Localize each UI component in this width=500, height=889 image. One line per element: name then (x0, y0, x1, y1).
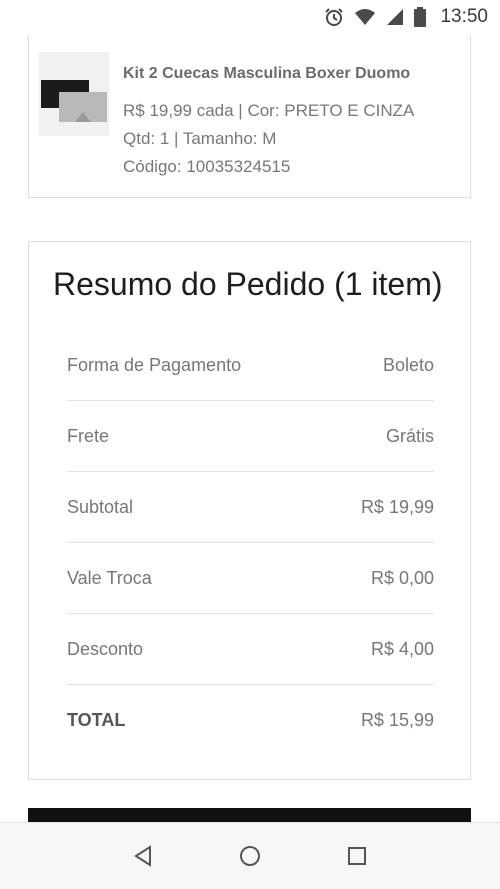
navigation-bar (0, 822, 500, 889)
product-image[interactable] (39, 52, 109, 136)
status-time: 13:50 (440, 6, 488, 27)
product-name[interactable]: Kit 2 Cuecas Masculina Boxer Duomo (123, 65, 410, 83)
row-value: R$ 4,00 (370, 638, 434, 659)
product-card[interactable]: Kit 2 Cuecas Masculina Boxer Duomo R$ 19… (28, 36, 471, 198)
row-label: Subtotal (67, 496, 134, 517)
summary-row-total: TOTAL R$ 15,99 (67, 685, 434, 756)
order-summary-card: Resumo do Pedido (1 item) Forma de Pagam… (28, 241, 471, 780)
row-label: Frete (67, 425, 110, 446)
summary-row-exchange-voucher: Vale Troca R$ 0,00 (67, 543, 434, 614)
summary-row-payment: Forma de Pagamento Boleto (67, 330, 434, 401)
row-label: TOTAL (67, 710, 126, 730)
back-icon[interactable] (123, 836, 163, 876)
row-value: Grátis (385, 425, 434, 446)
product-qty-line: Qtd: 1 | Tamanho: M (123, 129, 277, 148)
summary-row-shipping: Frete Grátis (67, 401, 434, 472)
battery-icon (414, 7, 427, 27)
product-price-line: R$ 19,99 cada | Cor: PRETO E CINZA (123, 101, 415, 120)
wifi-icon (354, 8, 376, 26)
row-value: R$ 19,99 (360, 496, 434, 517)
recents-icon[interactable] (337, 836, 377, 876)
status-bar: 13:50 (0, 0, 500, 34)
alarm-icon (324, 7, 344, 27)
row-label: Forma de Pagamento (67, 354, 242, 375)
summary-row-subtotal: Subtotal R$ 19,99 (67, 472, 434, 543)
home-icon[interactable] (230, 836, 270, 876)
row-value: R$ 15,99 (360, 710, 434, 730)
summary-row-discount: Desconto R$ 4,00 (67, 614, 434, 685)
signal-icon (386, 8, 404, 26)
product-code-line: Código: 10035324515 (123, 157, 291, 176)
row-label: Desconto (67, 638, 144, 659)
summary-title: Resumo do Pedido (1 item) (53, 266, 443, 302)
row-label: Vale Troca (67, 567, 152, 588)
row-value: R$ 0,00 (370, 567, 434, 588)
row-value: Boleto (382, 354, 434, 375)
